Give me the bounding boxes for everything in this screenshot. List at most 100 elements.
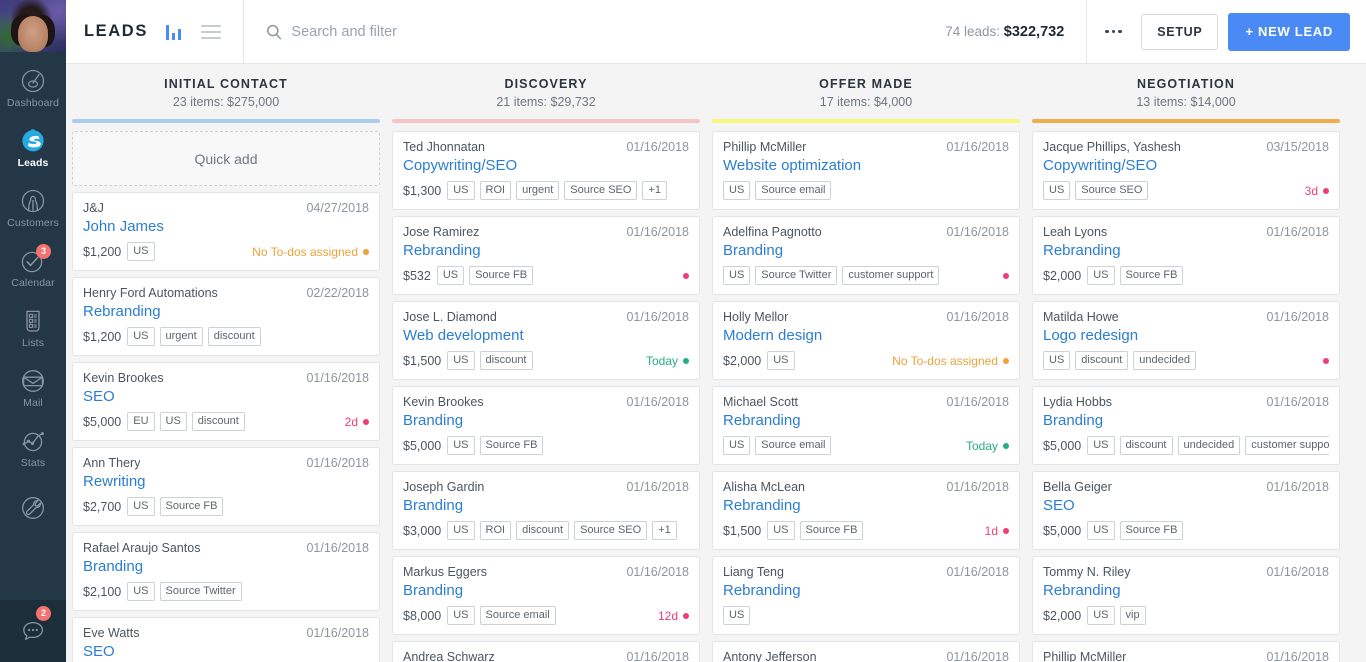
lead-card[interactable]: Kevin Brookes 01/16/2018 Branding $5,000 US S… bbox=[392, 386, 700, 465]
quick-add-button[interactable]: Quick add bbox=[72, 131, 380, 186]
card-tag[interactable]: discount bbox=[516, 521, 570, 540]
card-deal-title[interactable]: Copywriting/SEO bbox=[1043, 156, 1329, 175]
lead-card[interactable]: Holly Mellor 01/16/2018 Modern design $2,00… bbox=[712, 301, 1020, 380]
lead-card[interactable]: Rafael Araujo Santos 01/16/2018 Branding $2… bbox=[72, 532, 380, 611]
card-tag[interactable]: US bbox=[159, 412, 187, 431]
card-tag[interactable]: customer support bbox=[842, 266, 940, 285]
card-deal-title[interactable]: Rebranding bbox=[1043, 241, 1329, 260]
lead-card[interactable]: Jose L. Diamond 01/16/2018 Web development… bbox=[392, 301, 700, 380]
setup-button[interactable]: SETUP bbox=[1141, 13, 1219, 50]
card-tag[interactable]: US bbox=[127, 327, 155, 346]
card-deal-title[interactable]: Rebranding bbox=[723, 581, 1009, 600]
sidebar-item-customers[interactable]: Customers bbox=[0, 178, 66, 238]
sidebar-item-lists[interactable]: Lists bbox=[0, 298, 66, 358]
lead-card[interactable]: Tommy N. Riley 01/16/2018 Rebranding $2,000… bbox=[1032, 556, 1340, 635]
sidebar-item-stats[interactable]: Stats bbox=[0, 418, 66, 478]
card-tag[interactable]: Source FB bbox=[469, 266, 534, 285]
card-tag[interactable]: Source Twitter bbox=[159, 582, 242, 601]
card-tag[interactable]: US bbox=[1087, 266, 1115, 285]
card-deal-title[interactable]: Rebranding bbox=[403, 241, 689, 260]
card-deal-title[interactable]: John James bbox=[83, 217, 369, 236]
card-deal-title[interactable]: Website optimization bbox=[723, 156, 1009, 175]
card-tag[interactable]: +1 bbox=[652, 521, 677, 540]
card-deal-title[interactable]: Copywriting/SEO bbox=[403, 156, 689, 175]
card-tag[interactable]: Source FB bbox=[159, 497, 224, 516]
avatar[interactable] bbox=[0, 0, 66, 52]
card-tag[interactable]: Source FB bbox=[1119, 266, 1184, 285]
card-tag[interactable]: urgent bbox=[159, 327, 203, 346]
lead-card[interactable]: Ann Thery 01/16/2018 Rewriting $2,700 US Sour… bbox=[72, 447, 380, 526]
kanban-bars-icon[interactable] bbox=[165, 24, 182, 40]
card-deal-title[interactable]: Branding bbox=[403, 411, 689, 430]
card-tag[interactable]: Source SEO bbox=[574, 521, 648, 540]
sidebar-item-calendar[interactable]: Calendar 3 bbox=[0, 238, 66, 298]
card-deal-title[interactable]: SEO bbox=[83, 642, 369, 661]
card-deal-title[interactable]: Branding bbox=[403, 496, 689, 515]
card-deal-title[interactable]: Rebranding bbox=[1043, 581, 1329, 600]
search-input[interactable]: Search and filter bbox=[244, 0, 945, 64]
card-tag[interactable]: US bbox=[127, 242, 155, 261]
card-deal-title[interactable]: Branding bbox=[83, 557, 369, 576]
lead-card[interactable]: Markus Eggers 01/16/2018 Branding $8,000 US S… bbox=[392, 556, 700, 635]
card-tag[interactable]: US bbox=[447, 521, 475, 540]
lead-card[interactable]: Lydia Hobbs 01/16/2018 Branding $5,000 US dis… bbox=[1032, 386, 1340, 465]
card-deal-title[interactable]: SEO bbox=[83, 387, 369, 406]
card-tag[interactable]: vip bbox=[1119, 606, 1146, 625]
new-lead-button[interactable]: + NEW LEAD bbox=[1228, 12, 1350, 51]
card-tag[interactable]: US bbox=[723, 606, 751, 625]
card-tag[interactable]: US bbox=[1087, 606, 1115, 625]
lead-card[interactable]: Joseph Gardin 01/16/2018 Branding $3,000 US R… bbox=[392, 471, 700, 550]
card-tag[interactable]: US bbox=[723, 181, 751, 200]
lead-card[interactable]: Bella Geiger 01/16/2018 SEO $5,000 US Source … bbox=[1032, 471, 1340, 550]
card-tag[interactable]: undecided bbox=[1177, 436, 1241, 455]
card-tag[interactable]: US bbox=[447, 436, 475, 455]
card-tag[interactable]: Source Twitter bbox=[755, 266, 838, 285]
card-deal-title[interactable]: Logo redesign bbox=[1043, 326, 1329, 345]
lead-card[interactable]: Eve Watts01/16/2018SEOUSSource SEO bbox=[72, 617, 380, 662]
sidebar-item-mail[interactable]: Mail bbox=[0, 358, 66, 418]
sidebar-item-chat-bubble[interactable]: 2 bbox=[0, 600, 66, 662]
card-tag[interactable]: discount bbox=[479, 351, 533, 370]
card-deal-title[interactable]: Branding bbox=[1043, 411, 1329, 430]
sidebar-item-dashboard[interactable]: Dashboard bbox=[0, 58, 66, 118]
card-tag[interactable]: discount bbox=[207, 327, 261, 346]
card-tag[interactable]: US bbox=[447, 351, 475, 370]
lead-card[interactable]: Phillip McMiller 01/16/2018 Website optimi… bbox=[712, 131, 1020, 210]
sidebar-item-settings-wrench[interactable] bbox=[0, 478, 66, 538]
card-deal-title[interactable]: Web development bbox=[403, 326, 689, 345]
lead-card[interactable]: Alisha McLean 01/16/2018 Rebranding $1,500 U… bbox=[712, 471, 1020, 550]
lead-card[interactable]: Ted Jhonnatan 01/16/2018 Copywriting/SEO $1… bbox=[392, 131, 700, 210]
card-deal-title[interactable]: SEO bbox=[1043, 496, 1329, 515]
lead-card[interactable]: Henry Ford Automations 02/22/2018 Rebrandi… bbox=[72, 277, 380, 356]
lead-card[interactable]: Phillip McMiller01/16/2018Web designUSvi… bbox=[1032, 641, 1340, 662]
card-tag[interactable]: Source FB bbox=[799, 521, 864, 540]
card-tag[interactable]: customer support bbox=[1245, 436, 1329, 455]
lead-card[interactable]: Jacque Phillips, Yashesh 03/15/2018 Copywr… bbox=[1032, 131, 1340, 210]
lead-card[interactable]: Andrea Schwarz01/16/2018Rebranding$3,000… bbox=[392, 641, 700, 662]
lead-card[interactable]: Adelfina Pagnotto 01/16/2018 Branding US Sou… bbox=[712, 216, 1020, 295]
lead-card[interactable]: Antony Jefferson01/16/2018RebrandingEUUS… bbox=[712, 641, 1020, 662]
card-deal-title[interactable]: Rebranding bbox=[723, 496, 1009, 515]
card-deal-title[interactable]: Rebranding bbox=[723, 411, 1009, 430]
card-tag[interactable]: US bbox=[723, 266, 751, 285]
card-tag[interactable]: Source FB bbox=[1119, 521, 1184, 540]
card-tag[interactable]: US bbox=[767, 351, 795, 370]
card-deal-title[interactable]: Branding bbox=[723, 241, 1009, 260]
card-tag[interactable]: discount bbox=[1119, 436, 1173, 455]
card-tag[interactable]: US bbox=[127, 582, 155, 601]
card-tag[interactable]: US bbox=[447, 181, 475, 200]
lead-card[interactable]: J&J 04/27/2018 John James $1,200 US No To-dos… bbox=[72, 192, 380, 271]
lead-card[interactable]: Jose Ramirez 01/16/2018 Rebranding $532 US So… bbox=[392, 216, 700, 295]
card-deal-title[interactable]: Branding bbox=[403, 581, 689, 600]
sidebar-item-leads[interactable]: Leads bbox=[0, 118, 66, 178]
list-lines-icon[interactable] bbox=[201, 24, 222, 39]
card-tag[interactable]: ROI bbox=[479, 521, 512, 540]
card-tag[interactable]: US bbox=[436, 266, 465, 285]
card-tag[interactable]: +1 bbox=[642, 181, 667, 200]
card-tag[interactable]: Source SEO bbox=[1075, 181, 1149, 200]
card-tag[interactable]: Source email bbox=[479, 606, 556, 625]
lead-card[interactable]: Liang Teng 01/16/2018 Rebranding US bbox=[712, 556, 1020, 635]
card-tag[interactable]: US bbox=[1043, 351, 1071, 370]
card-tag[interactable]: US bbox=[1087, 436, 1115, 455]
card-tag[interactable]: US bbox=[447, 606, 475, 625]
